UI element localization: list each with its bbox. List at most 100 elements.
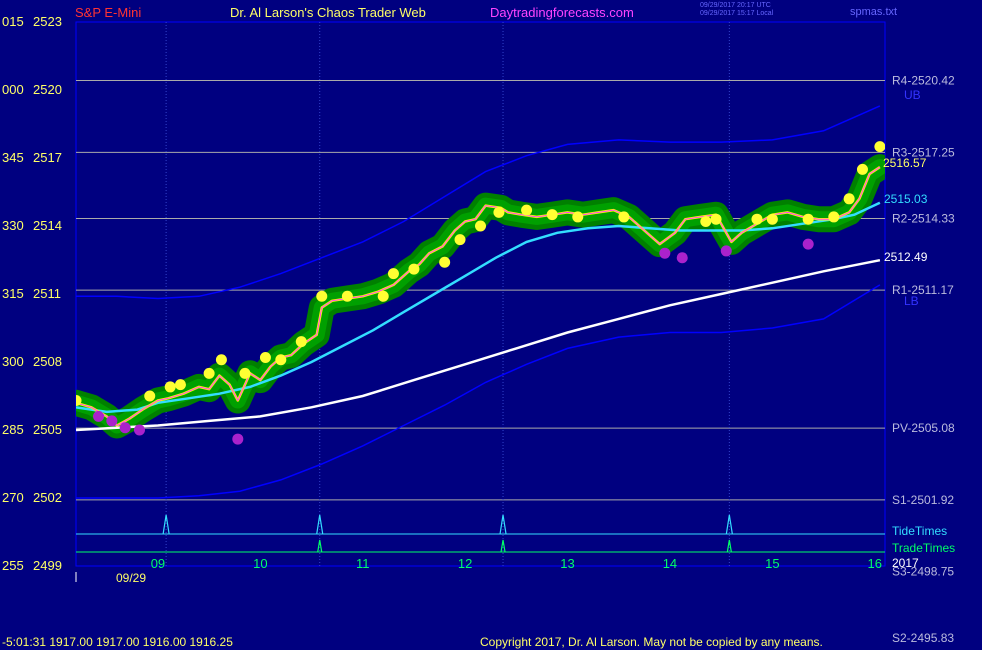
high-marker	[377, 290, 389, 302]
high-marker	[439, 256, 451, 268]
y-tick-left: 270	[2, 490, 24, 505]
high-marker	[164, 381, 176, 393]
copyright: Copyright 2017, Dr. Al Larson. May not b…	[480, 635, 823, 649]
legend-tradetimes: TradeTimes	[892, 541, 955, 555]
symbol-title: S&P E-Mini	[75, 5, 141, 20]
x-tick-label: 10	[253, 556, 267, 571]
timestamp-local: 09/29/2017 15:17 Local	[700, 10, 774, 17]
high-marker	[710, 213, 722, 225]
high-marker	[546, 209, 558, 221]
x-tick-label: 11	[356, 556, 370, 571]
high-marker	[766, 213, 778, 225]
high-marker	[454, 234, 466, 246]
y-tick-left: 015	[2, 14, 24, 29]
high-marker	[828, 211, 840, 223]
high-marker	[843, 193, 855, 205]
time-gridlines	[165, 22, 730, 566]
file-name: spmas.txt	[850, 6, 897, 18]
low-marker	[802, 238, 814, 250]
high-marker	[408, 263, 420, 275]
high-marker	[618, 211, 630, 223]
tide-spike	[316, 514, 324, 535]
level-lines	[76, 79, 885, 501]
y-tick-right: 2514	[33, 218, 62, 233]
y-tick-left: 285	[2, 422, 24, 437]
high-marker	[316, 290, 328, 302]
y-tick-left: 330	[2, 218, 24, 233]
slow-ma	[76, 258, 881, 432]
tide-spike	[725, 514, 733, 535]
slow-ma-line	[76, 258, 881, 432]
high-marker	[874, 141, 885, 153]
low-marker	[232, 433, 244, 445]
y-tick-right: 2511	[33, 286, 61, 301]
slow-ma-value-label: 2512.49	[884, 250, 928, 264]
y-tick-left: 000	[2, 82, 24, 97]
site-title: Dr. Al Larson's Chaos Trader Web	[230, 5, 426, 20]
plot-frame	[75, 21, 886, 567]
y-tick-right: 2508	[33, 354, 62, 369]
low-marker	[659, 247, 671, 259]
y-tick-right: 2502	[33, 490, 62, 505]
tide-spike	[499, 514, 507, 535]
date-label: 09/29	[116, 571, 146, 585]
low-marker	[106, 415, 118, 427]
upper-band-label: UB	[904, 88, 921, 102]
site-url[interactable]: Daytradingforecasts.com	[490, 5, 634, 20]
level-label: R2-2514.33	[892, 212, 955, 226]
year-label: 2017	[892, 556, 919, 570]
y-axis-ticks: 015 2523 000 2520 345 2517 330 2514 315 2511 300 25…	[2, 14, 62, 573]
y-tick-right: 2517	[33, 150, 62, 165]
high-marker	[239, 367, 251, 379]
high-marker	[341, 290, 353, 302]
high-marker	[700, 215, 712, 227]
high-marker	[856, 163, 868, 175]
x-tick-label: 15	[765, 556, 779, 571]
high-marker	[572, 211, 584, 223]
low-marker	[676, 252, 688, 264]
low-marker	[119, 422, 131, 434]
x-tick-label: 14	[663, 556, 677, 571]
high-marker	[475, 220, 486, 232]
level-label: S1-2501.92	[892, 493, 954, 507]
x-tick-label: 13	[560, 556, 574, 571]
x-tick-label: 12	[458, 556, 472, 571]
high-marker	[802, 213, 814, 225]
high-marker	[76, 395, 82, 407]
y-tick-right: 2505	[33, 422, 62, 437]
y-tick-left: 255	[2, 558, 24, 573]
y-tick-right: 2520	[33, 82, 62, 97]
timestamp-utc: 09/29/2017 20:17 UTC	[700, 2, 771, 9]
x-tick-label: 16	[868, 556, 882, 571]
last-price-label: 2516.57	[883, 156, 927, 170]
quote-line: -5:01:31 1917.00 1917.00 1916.00 1916.25	[2, 635, 233, 649]
high-marker	[144, 390, 156, 402]
low-marker	[93, 410, 105, 422]
y-tick-left: 300	[2, 354, 24, 369]
lower-band-label: LB	[904, 294, 919, 308]
y-tick-right: 2499	[33, 558, 62, 573]
level-label: R1-2511.17	[892, 283, 954, 297]
high-marker	[259, 351, 271, 363]
high-marker	[493, 206, 505, 218]
legend-tidetimes: TideTimes	[892, 524, 947, 538]
y-tick-left: 345	[2, 150, 24, 165]
high-marker	[751, 213, 763, 225]
high-marker	[521, 204, 533, 216]
high-marker	[295, 336, 307, 348]
fast-ma-value-label: 2515.03	[884, 192, 928, 206]
y-tick-left: 315	[2, 286, 24, 301]
high-marker	[174, 379, 186, 391]
x-axis-ticks: 09 10 11 12 13 14 15 16	[75, 556, 882, 582]
high-marker	[215, 354, 227, 366]
low-marker	[133, 424, 145, 436]
chart: 015 2523 000 2520 345 2517 330 2514 315 2511 300 25…	[2, 2, 955, 649]
y-tick-right: 2523	[33, 14, 62, 29]
level-label: PV-2505.08	[892, 421, 955, 435]
high-marker	[387, 268, 399, 280]
high-marker	[275, 354, 287, 366]
high-marker	[203, 367, 215, 379]
low-marker	[720, 245, 732, 257]
bands	[76, 105, 881, 499]
tide-spike	[162, 514, 170, 535]
